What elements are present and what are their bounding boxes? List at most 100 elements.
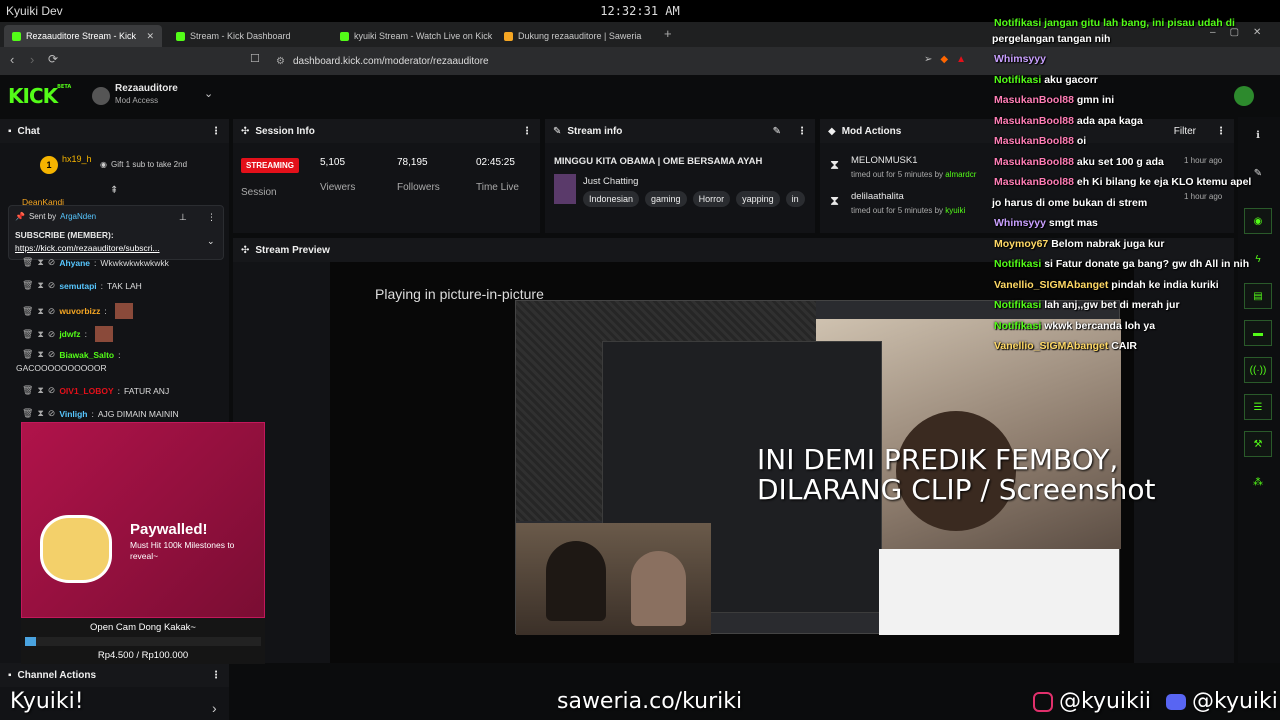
delete-icon[interactable]: 🗑 <box>22 257 33 268</box>
bookmark-icon[interactable]: ☐ <box>250 52 260 65</box>
share-icon[interactable]: ⁂ <box>1244 469 1272 495</box>
filter-button[interactable]: Filter <box>1174 126 1196 137</box>
ban-icon[interactable]: ⊘ <box>48 280 56 291</box>
mod-action-user[interactable]: delilaathalita <box>851 191 904 202</box>
preview-toggle-icon[interactable]: ◉ <box>1244 208 1272 234</box>
chat-username[interactable]: jdwfz <box>59 329 80 339</box>
overlay-chat-user: Notifikasi <box>994 258 1042 270</box>
clock: 12:32:31 AM <box>600 4 680 18</box>
channel-actions-menu-icon[interactable]: ⋮ <box>211 670 221 681</box>
layout-icon[interactable]: ☰ <box>1244 394 1272 420</box>
unpin-icon[interactable]: ⊥ <box>179 212 187 223</box>
broadcast-icon[interactable]: ((·)) <box>1244 357 1272 383</box>
chat-username[interactable]: Biawak_Salto <box>59 350 114 360</box>
ban-icon[interactable]: ⊘ <box>48 329 56 340</box>
pinned-link[interactable]: https://kick.com/rezaauditore/subscri... <box>15 243 160 253</box>
ban-icon[interactable]: ⊘ <box>48 257 56 268</box>
sub-gift-offer[interactable]: ◉ Gift 1 sub to take 2nd <box>100 160 187 169</box>
chat-bubble-icon[interactable]: ▬ <box>1244 320 1272 346</box>
chat-username[interactable]: wuvorbizz <box>59 306 100 316</box>
close-window-icon[interactable]: ✕ <box>1253 27 1261 38</box>
stream-info-menu-icon[interactable]: ⋮ <box>797 126 807 137</box>
overlay-chat-user: Vanellio_SIGMAbanget <box>994 340 1109 352</box>
ban-icon[interactable]: ⊘ <box>48 408 56 419</box>
timeout-icon[interactable]: ⧗ <box>37 280 43 291</box>
delete-icon[interactable]: 🗑 <box>22 408 33 419</box>
close-tab-icon[interactable]: ✕ <box>146 31 154 42</box>
channel-name: Rezaauditore <box>115 83 178 94</box>
edit-stream-icon[interactable]: ✎ <box>773 126 781 137</box>
stream-tag[interactable]: in <box>785 191 805 207</box>
pinned-menu-icon[interactable]: ⋮ <box>207 212 216 223</box>
emote-image <box>94 326 113 342</box>
overlay-chat-text: pindah ke india kuriki <box>1111 278 1219 291</box>
chat-username[interactable]: OIV1_LOBOY <box>59 386 113 396</box>
browser-tab-2[interactable]: Stream - Kick Dashboard <box>168 25 328 47</box>
mod-action-user[interactable]: MELONMUSK1 <box>851 155 918 166</box>
chat-message: 🗑 ⧗ ⊘ OIV1_LOBOY: FATUR ANJ <box>22 385 170 396</box>
expand-chevron-icon[interactable]: ⌄ <box>207 236 215 247</box>
delete-icon[interactable]: 🗑 <box>22 349 33 360</box>
goal-progress-track <box>25 637 261 646</box>
timeout-icon[interactable]: ⧗ <box>37 306 43 317</box>
delete-icon[interactable]: 🗑 <box>22 329 33 340</box>
chat-text: FATUR ANJ <box>124 385 170 396</box>
overlay-chat-line: Whimsyyy smgt mas <box>994 217 1098 229</box>
address-bar[interactable]: ⚙ dashboard.kick.com/moderator/rezaaudit… <box>270 51 970 71</box>
timeout-icon[interactable]: ⧗ <box>37 385 43 396</box>
browser-tab-3[interactable]: kyuiki Stream - Watch Live on Kick <box>332 25 496 47</box>
sub-gift-user[interactable]: hx19_h <box>62 154 92 164</box>
chat-username[interactable]: Ahyane <box>59 258 90 268</box>
chat-menu-icon[interactable]: ⋮ <box>211 126 221 137</box>
wrench-icon[interactable]: ⚒ <box>1244 431 1272 457</box>
timeout-icon[interactable]: ⧗ <box>37 257 43 268</box>
stream-tag[interactable]: Horror <box>692 191 731 207</box>
extension-icons: ➢ ◆ ▲ <box>924 54 966 65</box>
kick-logo[interactable]: KICKBETA <box>8 84 71 108</box>
overlay-chat-text: si Fatur donate ga bang? gw dh All in ni… <box>1044 258 1250 270</box>
category-name[interactable]: Just Chatting <box>583 176 638 187</box>
chat-username[interactable]: Vinligh <box>59 409 87 419</box>
info-icon[interactable]: ℹ <box>1244 122 1272 148</box>
ban-icon[interactable]: ⊘ <box>48 306 56 317</box>
webcam-person-left <box>546 541 606 621</box>
forward-icon[interactable]: › <box>30 52 34 67</box>
delete-icon[interactable]: 🗑 <box>22 385 33 396</box>
chat-username[interactable]: semutapi <box>59 281 96 291</box>
delete-icon[interactable]: 🗑 <box>22 306 33 317</box>
overlay-chat-line: MasukanBool88 ada apa kaga <box>994 115 1143 127</box>
timeout-icon[interactable]: ⧗ <box>37 408 43 419</box>
footer-saweria-link: saweria.co/kuriki <box>557 689 743 714</box>
session-menu-icon[interactable]: ⋮ <box>522 126 532 137</box>
expand-arrow-icon[interactable]: › <box>212 700 217 716</box>
ban-icon[interactable]: ⊘ <box>48 349 56 360</box>
overlay-chat-line: Moymoy67 Belom nabrak juga kur <box>994 238 1164 250</box>
new-tab-icon[interactable]: + <box>664 26 672 41</box>
browser-tab-1[interactable]: Rezaauditore Stream - Kick ✕ <box>4 25 162 47</box>
reload-icon[interactable]: ⟳ <box>48 52 58 66</box>
overlay-chat-line: jo harus di ome bukan di strem <box>992 197 1147 209</box>
timeout-icon[interactable]: ⧗ <box>37 349 43 360</box>
stream-tag[interactable]: gaming <box>645 191 687 207</box>
channel-switch-chevron-icon[interactable]: ⌄ <box>204 87 213 100</box>
site-info-icon[interactable]: ⚙ <box>276 56 285 67</box>
brave-shield-icon[interactable]: ◆ <box>940 54 948 65</box>
user-avatar[interactable] <box>1234 86 1254 106</box>
chat-icon: ▪ <box>8 125 12 137</box>
ban-icon[interactable]: ⊘ <box>48 385 56 396</box>
pinned-sender[interactable]: ArgaNden <box>60 212 96 221</box>
scroll-to-top-icon[interactable]: ⇞ <box>110 185 118 196</box>
mod-action-time: 1 hour ago <box>1184 156 1223 165</box>
timeout-icon[interactable]: ⧗ <box>37 329 43 340</box>
send-icon[interactable]: ➢ <box>924 54 932 65</box>
clipboard-icon[interactable]: ▤ <box>1244 283 1272 309</box>
delete-icon[interactable]: 🗑 <box>22 280 33 291</box>
browser-tab-4[interactable]: Dukung rezaauditore | Saweria <box>496 25 660 47</box>
stream-tag[interactable]: yapping <box>736 191 780 207</box>
back-icon[interactable]: ‹ <box>10 52 14 67</box>
rewards-icon[interactable]: ▲ <box>956 54 966 65</box>
stream-tag[interactable]: Indonesian <box>583 191 640 207</box>
overlay-chat-line: Vanellio_SIGMAbanget CAIR <box>994 340 1137 352</box>
overlay-chat-text: smgt mas <box>1048 217 1098 229</box>
mod-actions-menu-icon[interactable]: ⋮ <box>1216 126 1226 137</box>
